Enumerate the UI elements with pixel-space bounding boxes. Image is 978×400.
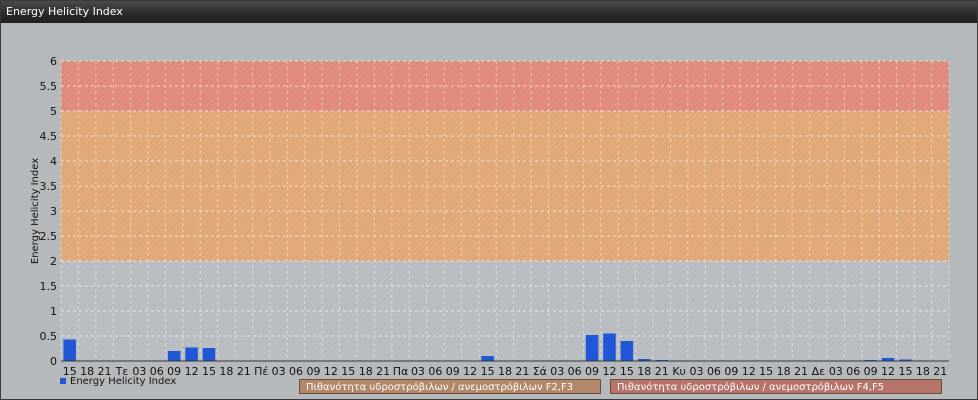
bar-6: [167, 351, 181, 361]
x-tick-label-7: 12: [185, 365, 199, 378]
x-tick-label-42: 21: [794, 365, 808, 378]
bar-7: [185, 347, 198, 361]
x-tick-label-40: 15: [759, 365, 773, 378]
x-tick-label-33: 18: [637, 365, 651, 378]
x-tick-label-38: 09: [724, 365, 738, 378]
x-tick-label-36: 03: [690, 365, 704, 378]
x-tick-label-15: 12: [324, 365, 338, 378]
y-tick-label-7: 3.5: [40, 180, 58, 193]
x-tick-label-28: 03: [550, 365, 564, 378]
x-tick-label-50: 21: [933, 365, 947, 378]
x-tick-label-44: 03: [829, 365, 843, 378]
y-tick-label-9: 4.5: [40, 130, 58, 143]
x-tick-label-9: 18: [219, 365, 233, 378]
x-tick-label-47: 12: [881, 365, 895, 378]
ehi-chart: 00.511.522.533.544.555.5615 18 21 Τε 03 06 09 1…: [30, 55, 950, 378]
x-tick-label-13: 06: [289, 365, 303, 378]
x-tick-label-49: 18: [916, 365, 930, 378]
x-tick-label-12: 03: [272, 365, 286, 378]
legend-band-f2f3-label: Πιθανότητα υδροστρόβιλων / ανεμοστρόβιλω…: [306, 382, 574, 393]
bar-30: [585, 335, 599, 361]
x-tick-label-8: 15: [202, 365, 216, 378]
x-tick-label-29: 06: [568, 365, 582, 378]
x-tick-label-23: 12: [463, 365, 477, 378]
x-tick-label-43: Δε: [812, 365, 826, 378]
x-tick-label-31: 12: [602, 365, 616, 378]
x-tick-label-30: 09: [585, 365, 599, 378]
y-tick-label-12: 6: [50, 55, 57, 68]
y-tick-label-0: 0: [50, 355, 57, 368]
x-tick-label-22: 09: [446, 365, 460, 378]
legend-series-swatch: [60, 378, 66, 384]
window-title: Energy Helicity Index: [1, 1, 977, 23]
y-tick-label-1: 0.5: [40, 330, 58, 343]
x-tick-label-34: 21: [655, 365, 669, 378]
bar-24: [481, 356, 494, 361]
y-tick-label-6: 3: [50, 205, 57, 218]
y-axis-title: Energy Helicity Index: [30, 158, 41, 264]
x-tick-label-14: 09: [306, 365, 320, 378]
x-tick-label-20: 03: [411, 365, 425, 378]
y-tick-label-4: 2: [50, 255, 57, 268]
x-tick-label-35: Κυ: [672, 365, 686, 378]
x-tick-label-27: Σά: [533, 365, 547, 378]
x-tick-label-39: 12: [742, 365, 756, 378]
x-tick-label-18: 21: [376, 365, 390, 378]
x-tick-label-45: 06: [846, 365, 860, 378]
y-tick-label-11: 5.5: [40, 80, 58, 93]
x-tick-label-48: 15: [898, 365, 912, 378]
bar-8: [202, 348, 216, 361]
x-tick-label-21: 06: [428, 365, 442, 378]
x-tick-label-10: 21: [237, 365, 251, 378]
legend-band-f2f3[interactable]: Πιθανότητα υδροστρόβιλων / ανεμοστρόβιλω…: [299, 379, 601, 394]
x-tick-label-19: Πα: [393, 365, 409, 378]
y-tick-label-3: 1.5: [40, 280, 58, 293]
x-tick-label-26: 21: [515, 365, 529, 378]
x-tick-label-41: 18: [777, 365, 791, 378]
x-tick-label-16: 15: [341, 365, 355, 378]
y-tick-label-2: 1: [50, 305, 57, 318]
x-tick-label-11: Πέ: [254, 365, 268, 378]
x-tick-label-24: 15: [481, 365, 495, 378]
bar-0: [63, 339, 76, 361]
y-tick-label-8: 4: [50, 155, 57, 168]
chart-window: Energy Helicity Index 0 0.5 1 1.5 2 2.5 3 3.5 4 4…: [0, 0, 978, 400]
bar-32: [620, 341, 634, 361]
x-tick-label-32: 15: [620, 365, 634, 378]
y-tick-label-5: 2.5: [40, 230, 58, 243]
y-tick-label-10: 5: [50, 105, 57, 118]
legend-series-label: Energy Helicity Index: [70, 376, 177, 387]
x-tick-label-46: 09: [864, 365, 878, 378]
legend-series[interactable]: Energy Helicity Index: [60, 376, 176, 387]
bar-31: [603, 333, 616, 361]
legend-band-f4f5[interactable]: Πιθανότητα υδροστρόβιλων / ανεμοστρόβιλω…: [610, 379, 942, 394]
x-tick-label-37: 06: [707, 365, 721, 378]
legend-band-f4f5-label: Πιθανότητα υδροστρόβιλων / ανεμοστρόβιλω…: [617, 382, 885, 393]
x-tick-label-25: 18: [498, 365, 512, 378]
x-tick-label-17: 18: [359, 365, 373, 378]
